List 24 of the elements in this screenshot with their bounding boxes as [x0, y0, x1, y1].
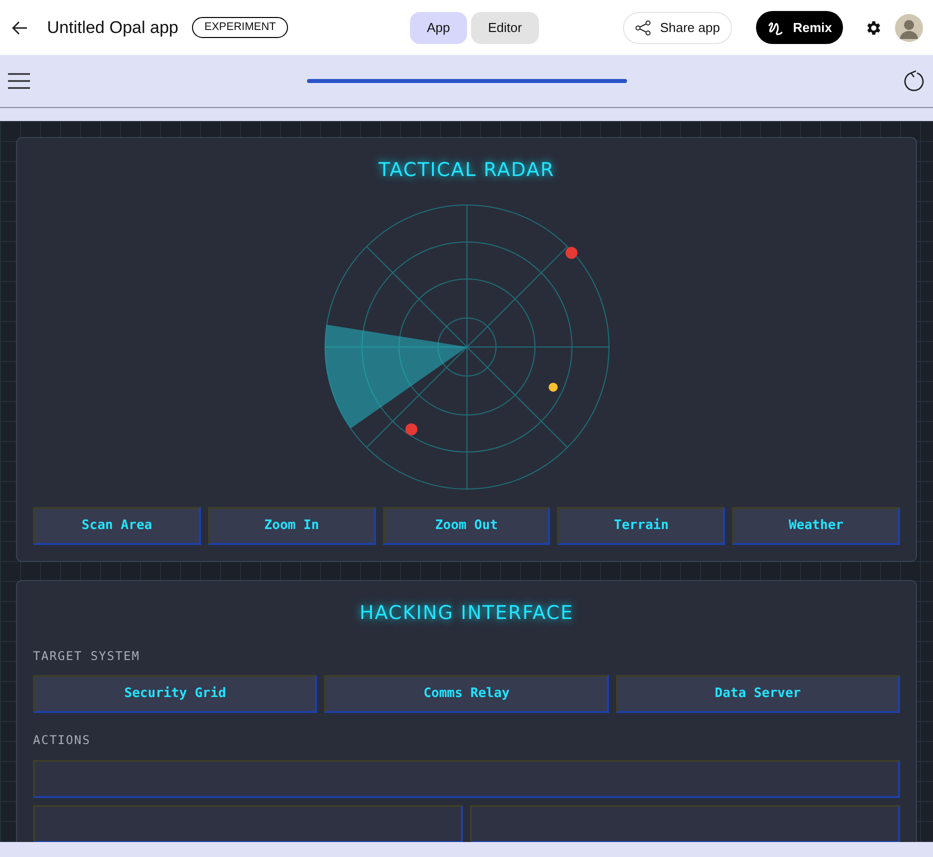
view-tab[interactable]: App: [410, 12, 467, 44]
experiment-badge: EXPERIMENT: [192, 17, 288, 38]
section-label: TARGET SYSTEM: [33, 648, 141, 665]
menu-icon[interactable]: [8, 73, 30, 89]
target-button[interactable]: Comms Relay: [324, 675, 609, 713]
radar-button[interactable]: Zoom In: [208, 506, 376, 544]
panel-title: HACKING INTERFACE: [358, 600, 574, 626]
app-title: Untitled Opal app: [47, 16, 178, 39]
panel-title: TACTICAL RADAR: [377, 158, 556, 183]
radar-button[interactable]: Weather: [732, 506, 900, 544]
back-icon[interactable]: [12, 20, 28, 34]
radar-button[interactable]: Zoom Out: [382, 506, 550, 544]
share-icon: [634, 20, 651, 36]
squiggle-icon: [766, 20, 783, 36]
section-label: ACTIONS: [33, 732, 92, 749]
target-button[interactable]: Data Server: [616, 675, 900, 713]
target-button[interactable]: Security Grid: [33, 675, 318, 713]
refresh-icon[interactable]: [903, 70, 925, 92]
radar-button[interactable]: Scan Area: [33, 506, 201, 544]
share-button[interactable]: Share app: [622, 12, 732, 44]
remix-button[interactable]: Remix: [756, 11, 843, 44]
avatar[interactable]: [895, 14, 923, 42]
radar-button[interactable]: Terrain: [557, 506, 726, 544]
view-tab[interactable]: Editor: [471, 12, 539, 44]
